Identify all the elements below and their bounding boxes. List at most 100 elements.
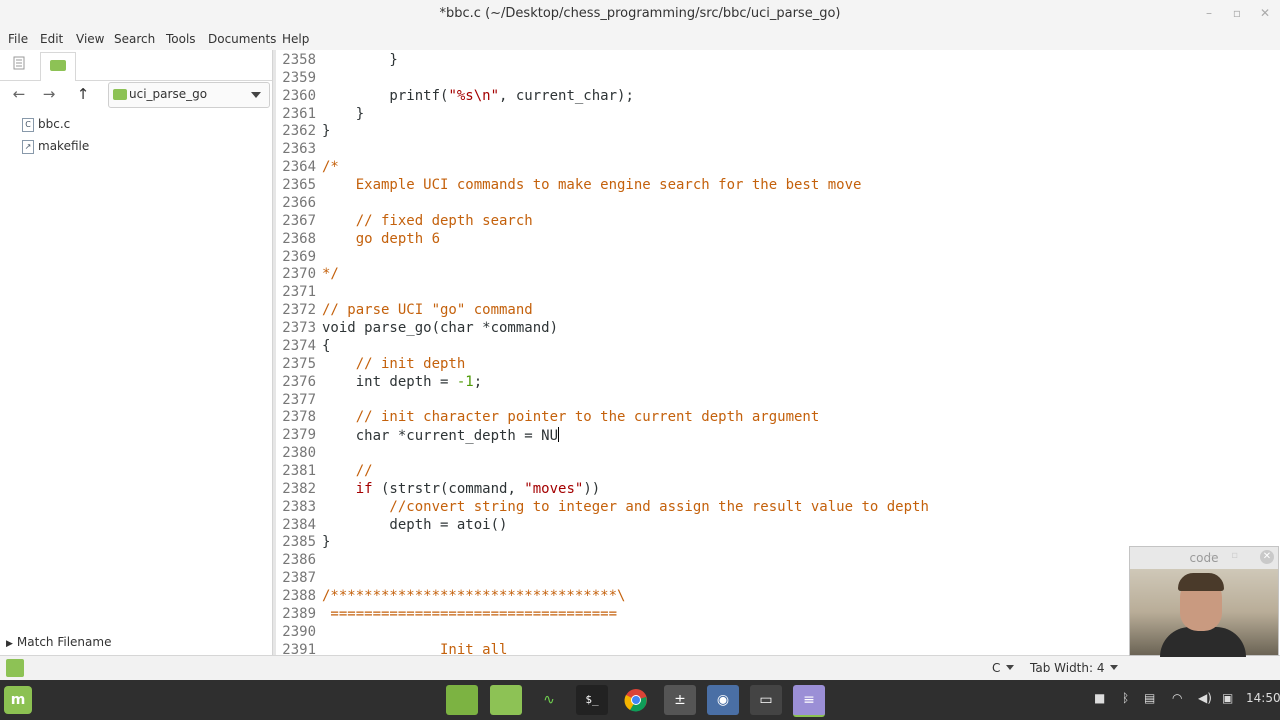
line-number: 2380 — [282, 445, 316, 462]
line-text: // init depth — [322, 355, 466, 372]
webcam-video — [1130, 569, 1278, 657]
window-title: *bbc.c (~/Desktop/chess_programming/src/… — [439, 6, 841, 21]
window-titlebar: *bbc.c (~/Desktop/chess_programming/src/… — [0, 0, 1280, 28]
line-number: 2372 — [282, 302, 316, 319]
bluetooth-icon[interactable]: ᛒ — [1122, 691, 1129, 705]
file-item-bbc-c[interactable]: Cbbc.c — [22, 117, 70, 135]
line-number: 2364 — [282, 159, 316, 176]
statusbar: C Tab Width: 4 — [0, 655, 1280, 681]
line-text: /**********************************\ — [322, 588, 626, 605]
line-text: Init all — [322, 641, 508, 655]
line-number: 2376 — [282, 373, 316, 390]
show-desktop-icon[interactable] — [446, 685, 478, 715]
close-icon[interactable]: ✕ — [1260, 550, 1274, 564]
clock[interactable]: 14:50 — [1246, 691, 1280, 705]
file-browser-tab-icon[interactable] — [40, 52, 76, 81]
line-number: 2369 — [282, 248, 316, 265]
line-number: 2373 — [282, 320, 316, 337]
line-text: // parse UCI "go" command — [322, 302, 533, 319]
side-panel-toggle-icon[interactable] — [6, 659, 24, 677]
maximize-icon[interactable]: ▫ — [1228, 4, 1246, 22]
chevron-down-icon — [1006, 665, 1015, 670]
terminal-icon[interactable]: $_ — [576, 685, 608, 715]
folder-icon — [113, 89, 127, 100]
c-source-file-icon: C — [22, 117, 34, 132]
menu-tools[interactable]: Tools — [166, 32, 196, 46]
line-text: } — [322, 105, 365, 122]
line-text: // — [322, 463, 373, 479]
line-number: 2385 — [282, 534, 316, 551]
documents-tab-icon[interactable] — [2, 52, 36, 80]
text-editor-icon[interactable]: ≡ — [793, 685, 825, 717]
close-icon[interactable]: ✕ — [1256, 4, 1274, 22]
us-flag-icon[interactable]: ▤ — [1144, 691, 1155, 705]
calculator-icon[interactable]: ± — [664, 685, 696, 715]
line-number: 2377 — [282, 391, 316, 408]
screenshot-icon[interactable]: ◉ — [707, 685, 739, 715]
line-number: 2371 — [282, 284, 316, 301]
wifi-icon[interactable]: ◠ — [1172, 691, 1182, 705]
menu-help[interactable]: Help — [282, 32, 309, 46]
update-manager-icon[interactable]: ▣ — [1222, 691, 1233, 705]
line-number: 2390 — [282, 623, 316, 640]
language-selector[interactable]: C — [992, 661, 1015, 675]
line-number: 2375 — [282, 355, 316, 372]
menu-view[interactable]: View — [76, 32, 104, 46]
line-number: 2361 — [282, 105, 316, 122]
line-text: printf("%s\n", current_char); — [322, 87, 634, 104]
system-monitor-icon[interactable]: ∿ — [533, 685, 565, 715]
match-filename-expander[interactable]: ▶ Match Filename — [6, 635, 111, 649]
line-number: 2391 — [282, 641, 316, 655]
tab-width-selector[interactable]: Tab Width: 4 — [1030, 661, 1119, 675]
line-number: 2368 — [282, 230, 316, 247]
up-arrow-icon[interactable]: ↑ — [70, 82, 96, 106]
triangle-right-icon: ▶ — [6, 639, 13, 649]
line-text: } — [322, 123, 331, 140]
line-number: 2366 — [282, 194, 316, 211]
maximize-icon[interactable]: ▫ — [1231, 550, 1238, 561]
language-label: C — [992, 661, 1001, 675]
line-number: 2388 — [282, 588, 316, 605]
mint-menu-icon[interactable]: m — [4, 686, 32, 714]
forward-arrow-icon[interactable]: → — [36, 82, 62, 106]
minimize-icon[interactable]: – — [1209, 550, 1214, 561]
line-number: 2387 — [282, 570, 316, 587]
file-name: makefile — [38, 139, 90, 153]
line-text: depth = atoi() — [322, 516, 508, 533]
line-number: 2365 — [282, 177, 316, 194]
code-editor[interactable]: 2358 } 2359 2360 printf("%s\n", current_ch… — [276, 50, 1278, 655]
menu-file[interactable]: File — [8, 32, 28, 46]
line-number: 2389 — [282, 605, 316, 622]
line-number: 2378 — [282, 409, 316, 426]
menu-edit[interactable]: Edit — [40, 32, 63, 46]
text-cursor — [558, 427, 560, 443]
folder-selector[interactable]: uci_parse_go — [108, 82, 270, 108]
line-text: char *current_depth = NU — [322, 427, 560, 445]
chrome-icon[interactable] — [620, 685, 652, 715]
line-text: if (strstr(command, "moves")) — [355, 480, 601, 497]
file-manager-icon[interactable] — [490, 685, 522, 715]
taskbar: m ∿ $_ ± ◉ ▭ ≡ ■ ᛒ ▤ ◠ ◀) ▣ 14:50 — [0, 680, 1280, 720]
file-item-makefile[interactable]: ↗ makefile — [22, 139, 89, 157]
chevron-down-icon — [1110, 665, 1119, 670]
person-hair — [1178, 573, 1224, 591]
menu-search[interactable]: Search — [114, 32, 155, 46]
line-number: 2383 — [282, 498, 316, 515]
back-arrow-icon[interactable]: ← — [6, 82, 32, 106]
minimize-icon[interactable]: – — [1200, 4, 1218, 22]
chevron-down-icon — [251, 92, 261, 98]
window-icon[interactable]: ▭ — [750, 685, 782, 715]
camera-icon[interactable]: ■ — [1094, 691, 1105, 705]
line-number: 2359 — [282, 69, 316, 86]
folder-name: uci_parse_go — [129, 87, 208, 101]
script-file-icon: ↗ — [22, 139, 34, 154]
line-number: 2386 — [282, 552, 316, 569]
webcam-overlay-window[interactable]: code – ▫ ✕ — [1129, 546, 1279, 657]
menubar: File Edit View Search Tools Documents He… — [0, 28, 1280, 50]
volume-icon[interactable]: ◀) — [1198, 691, 1212, 705]
webcam-titlebar: code – ▫ ✕ — [1130, 547, 1278, 569]
menu-documents[interactable]: Documents — [208, 32, 276, 46]
line-text: // fixed depth search — [322, 212, 533, 229]
line-text: Example UCI commands to make engine sear… — [322, 177, 862, 194]
file-name: bbc.c — [38, 117, 71, 131]
